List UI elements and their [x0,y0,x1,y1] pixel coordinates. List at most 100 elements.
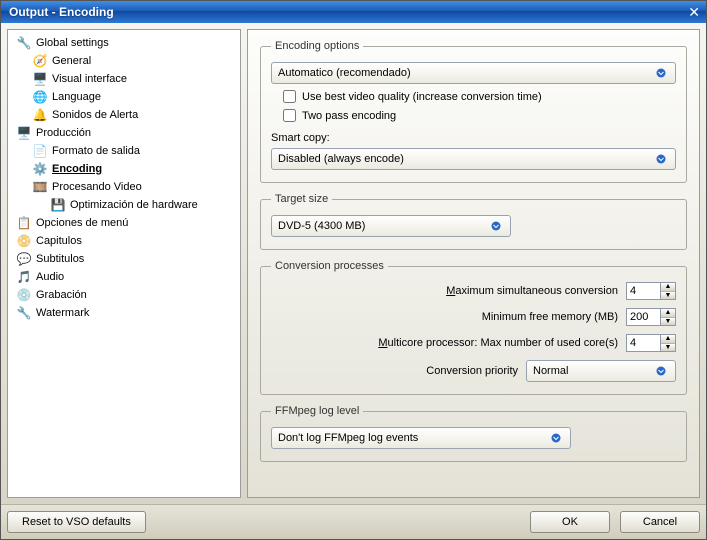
sidebar-item-label: Optimización de hardware [70,199,198,211]
tree-icon: 💬 [16,251,32,267]
encoding-mode-combo[interactable]: Automatico (recomendado) [271,62,676,84]
tree-icon: 🖥️ [32,71,48,87]
spin-up-icon[interactable]: ▲ [661,335,675,344]
min-mem-spin[interactable]: ▲ ▼ [626,308,676,326]
tree-icon: 🔧 [16,35,32,51]
sidebar-item-subtitulos[interactable]: 💬 Subtitulos [10,250,238,268]
best-quality-checkbox[interactable] [283,90,296,103]
best-quality-label: Use best video quality (increase convers… [302,91,542,103]
tree-icon: 🔔 [32,107,48,123]
sidebar-item-label: Subtitulos [36,253,84,265]
encoding-mode-value: Automatico (recomendado) [278,67,411,79]
min-mem-label: Minimum free memory (MB) [482,311,618,323]
spin-up-icon[interactable]: ▲ [661,309,675,318]
sidebar-item-label: Encoding [52,163,102,175]
tree-icon: 🌐 [32,89,48,105]
encoding-options-group: Encoding options Automatico (recomendado… [260,40,687,183]
tree-icon: 📋 [16,215,32,231]
sidebar-item-global-settings[interactable]: 🔧Global settings [10,34,238,52]
reset-defaults-button[interactable]: Reset to VSO defaults [7,511,146,533]
min-mem-row: Minimum free memory (MB) ▲ ▼ [271,308,676,326]
ffmpeg-legend: FFMpeg log level [271,405,363,417]
spin-buttons[interactable]: ▲ ▼ [660,334,676,352]
max-conv-input[interactable] [626,282,660,300]
chevron-down-icon [488,219,504,233]
two-pass-checkbox-row[interactable]: Two pass encoding [283,109,676,122]
sidebar-item-procesando-video[interactable]: 🎞️ Procesando Video [10,178,238,196]
sidebar-item-encoding[interactable]: ⚙️ Encoding [10,160,238,178]
tree-icon: 🔧 [16,305,32,321]
sidebar-item-label: Procesando Video [52,181,142,193]
sidebar-item-language[interactable]: 🌐Language [10,88,238,106]
priority-combo[interactable]: Normal [526,360,676,382]
sidebar-item-label: Producción [36,127,91,139]
sidebar-item-label: Formato de salida [52,145,140,157]
cores-spin[interactable]: ▲ ▼ [626,334,676,352]
titlebar: Output - Encoding ✕ [1,1,706,23]
smartcopy-label: Smart copy: [271,132,676,144]
target-size-group: Target size DVD-5 (4300 MB) [260,193,687,250]
ffmpeg-log-value: Don't log FFMpeg log events [278,432,418,444]
close-icon[interactable]: ✕ [688,4,700,21]
chevron-down-icon [653,152,669,166]
spin-down-icon[interactable]: ▼ [661,292,675,300]
best-quality-checkbox-row[interactable]: Use best video quality (increase convers… [283,90,676,103]
smartcopy-value: Disabled (always encode) [278,153,404,165]
cancel-button[interactable]: Cancel [620,511,700,533]
spin-down-icon[interactable]: ▼ [661,344,675,352]
max-conv-label: Maximum simultaneous conversion [446,285,618,297]
two-pass-checkbox[interactable] [283,109,296,122]
cores-row: Multicore processor: Max number of used … [271,334,676,352]
content-panel: Encoding options Automatico (recomendado… [247,29,700,498]
sidebar-item-sonidos-de-alerta[interactable]: 🔔 Sonidos de Alerta [10,106,238,124]
spin-up-icon[interactable]: ▲ [661,283,675,292]
settings-window: Output - Encoding ✕ 🔧Global settings🧭 Gen… [0,0,707,540]
sidebar-tree[interactable]: 🔧Global settings🧭 General 🖥️ Visual interfa… [7,29,241,498]
chevron-down-icon [548,431,564,445]
encoding-legend: Encoding options [271,40,363,52]
sidebar-item-label: Visual interface [52,73,127,85]
sidebar-item-audio[interactable]: 🎵Audio [10,268,238,286]
tree-icon: 🧭 [32,53,48,69]
chevron-down-icon [653,364,669,378]
sidebar-item-label: Opciones de menú [36,217,128,229]
sidebar-item-label: Capitulos [36,235,82,247]
procs-legend: Conversion processes [271,260,388,272]
two-pass-label: Two pass encoding [302,110,396,122]
priority-row: Conversion priority Normal [271,360,676,382]
ok-button[interactable]: OK [530,511,610,533]
sidebar-item-label: Audio [36,271,64,283]
cores-input[interactable] [626,334,660,352]
min-mem-input[interactable] [626,308,660,326]
tree-icon: ⚙️ [32,161,48,177]
max-conv-row: Maximum simultaneous conversion ▲ ▼ [271,282,676,300]
sidebar-item-capitulos[interactable]: 📀 Capitulos [10,232,238,250]
sidebar-item-label: Watermark [36,307,89,319]
window-body: 🔧Global settings🧭 General 🖥️ Visual interfa… [1,23,706,504]
sidebar-item-label: Sonidos de Alerta [52,109,138,121]
chevron-down-icon [653,66,669,80]
tree-icon: 📄 [32,143,48,159]
sidebar-item-label: General [52,55,91,67]
sidebar-item-formato-de-salida[interactable]: 📄 Formato de salida [10,142,238,160]
spin-buttons[interactable]: ▲ ▼ [660,282,676,300]
tree-icon: 🖥️ [16,125,32,141]
ffmpeg-log-combo[interactable]: Don't log FFMpeg log events [271,427,571,449]
sidebar-item-visual-interface[interactable]: 🖥️ Visual interface [10,70,238,88]
sidebar-item-grabaci-n[interactable]: 💿Grabación [10,286,238,304]
target-size-combo[interactable]: DVD-5 (4300 MB) [271,215,511,237]
target-size-value: DVD-5 (4300 MB) [278,220,365,232]
smartcopy-combo[interactable]: Disabled (always encode) [271,148,676,170]
tree-icon: 💿 [16,287,32,303]
sidebar-item-watermark[interactable]: 🔧 Watermark [10,304,238,322]
max-conv-spin[interactable]: ▲ ▼ [626,282,676,300]
sidebar-item-optimizaci-n-de-hardware[interactable]: 💾Optimización de hardware [10,196,238,214]
sidebar-item-producci-n[interactable]: 🖥️ Producción [10,124,238,142]
spin-down-icon[interactable]: ▼ [661,318,675,326]
cores-label: Multicore processor: Max number of used … [378,337,618,349]
spin-buttons[interactable]: ▲ ▼ [660,308,676,326]
tree-icon: 🎞️ [32,179,48,195]
sidebar-item-general[interactable]: 🧭 General [10,52,238,70]
tree-icon: 📀 [16,233,32,249]
sidebar-item-opciones-de-men-[interactable]: 📋 Opciones de menú [10,214,238,232]
